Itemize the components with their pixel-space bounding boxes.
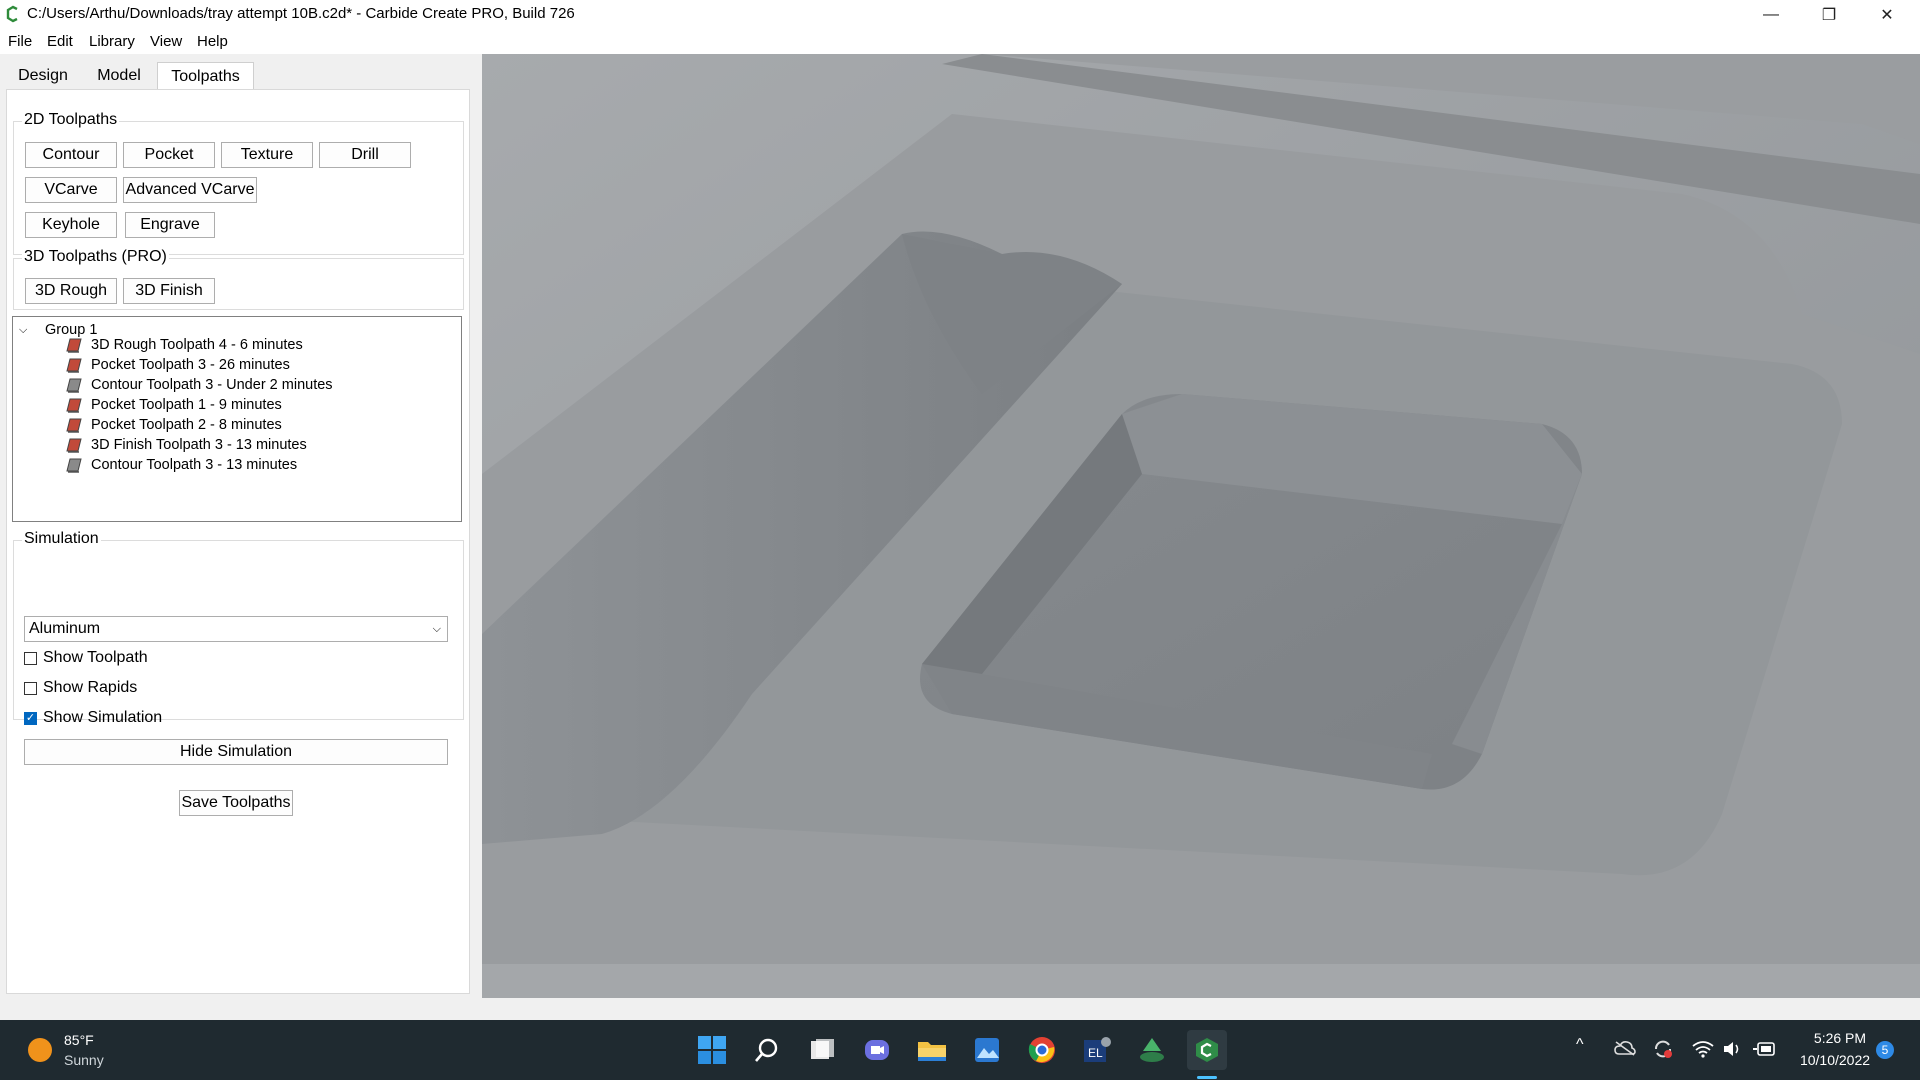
toolpath-tree[interactable]: ⌵ Group 1 3D Rough Toolpath 4 - 6 minute…: [12, 316, 462, 522]
toolpaths-pane: 2D Toolpaths Contour Pocket Texture Dril…: [6, 89, 470, 994]
tray-overflow-icon[interactable]: ^: [1576, 1036, 1584, 1054]
menu-bar: File Edit Library View Help: [0, 29, 1920, 54]
search-icon[interactable]: [747, 1030, 787, 1070]
weather-desc[interactable]: Sunny: [64, 1052, 104, 1068]
checkbox-label: Show Simulation: [43, 709, 163, 726]
battery-icon[interactable]: [1752, 1040, 1776, 1058]
toolpath-book-icon: [66, 398, 82, 413]
carbide-app-icon: [6, 5, 18, 23]
menu-edit[interactable]: Edit: [47, 33, 73, 50]
toolpath-item-label: Contour Toolpath 3 - Under 2 minutes: [91, 377, 333, 393]
volume-icon[interactable]: [1722, 1040, 1744, 1058]
toolpath-item[interactable]: Pocket Toolpath 1 - 9 minutes: [65, 394, 282, 416]
restore-icon: ❐: [1821, 6, 1837, 24]
simulation-viewport[interactable]: [482, 54, 1920, 998]
windows-start-icon[interactable]: [692, 1030, 732, 1070]
menu-view[interactable]: View: [150, 33, 182, 50]
toolpath-book-icon: [66, 378, 82, 393]
vcarve-button[interactable]: VCarve: [25, 177, 117, 203]
3d-rough-button[interactable]: 3D Rough: [25, 278, 117, 304]
teams-chat-icon[interactable]: [857, 1030, 897, 1070]
menu-help[interactable]: Help: [197, 33, 228, 50]
checkbox-box[interactable]: ✓: [24, 711, 37, 725]
tree-app-icon[interactable]: [1132, 1030, 1172, 1070]
window-title: C:/Users/Arthu/Downloads/tray attempt 10…: [27, 5, 575, 22]
restore-button[interactable]: ❐: [1800, 0, 1858, 29]
toolpath-item[interactable]: 3D Finish Toolpath 3 - 13 minutes: [65, 434, 307, 456]
sync-icon[interactable]: [1652, 1038, 1674, 1060]
task-view-icon[interactable]: [802, 1030, 842, 1070]
chevron-down-icon[interactable]: ⌵: [19, 324, 33, 337]
toolpath-item[interactable]: Contour Toolpath 3 - Under 2 minutes: [65, 374, 333, 396]
toolpath-book-icon: [66, 338, 82, 353]
advanced-vcarve-button[interactable]: Advanced VCarve: [123, 177, 257, 203]
carbide-create-taskbar-icon[interactable]: [1187, 1030, 1227, 1070]
save-toolpaths-button[interactable]: Save Toolpaths: [179, 790, 293, 816]
simulated-part-render: [482, 54, 1920, 998]
onedrive-cloud-icon[interactable]: [1614, 1040, 1636, 1056]
simulation-title: Simulation: [22, 530, 101, 548]
pocket-button[interactable]: Pocket: [123, 142, 215, 168]
material-select[interactable]: Aluminum ⌵: [24, 616, 448, 642]
title-bar: C:/Users/Arthu/Downloads/tray attempt 10…: [0, 0, 1920, 29]
toolpath-item[interactable]: Pocket Toolpath 2 - 8 minutes: [65, 414, 282, 436]
toolpaths-3d-title: 3D Toolpaths (PRO): [22, 248, 169, 266]
taskbar: 85°F Sunny EL ^ 5:26 PM 10/10/2022 5: [0, 1020, 1920, 1080]
toolpath-item-label: Contour Toolpath 3 - 13 minutes: [91, 457, 298, 473]
checkbox-label: Show Rapids: [43, 679, 138, 696]
menu-file[interactable]: File: [8, 33, 32, 50]
tab-model[interactable]: Model: [84, 62, 154, 90]
checkbox-label: Show Toolpath: [43, 649, 148, 666]
weather-temp[interactable]: 85°F: [64, 1032, 94, 1048]
3d-finish-button[interactable]: 3D Finish: [123, 278, 215, 304]
notification-badge[interactable]: 5: [1876, 1041, 1894, 1059]
minimize-button[interactable]: —: [1742, 0, 1800, 29]
toolpath-item-label: 3D Finish Toolpath 3 - 13 minutes: [91, 437, 307, 453]
toolpath-item[interactable]: 3D Rough Toolpath 4 - 6 minutes: [65, 334, 303, 356]
svg-text:EL: EL: [1088, 1046, 1103, 1060]
contour-button[interactable]: Contour: [25, 142, 117, 168]
toolpath-item-label: 3D Rough Toolpath 4 - 6 minutes: [91, 337, 303, 353]
hide-simulation-button[interactable]: Hide Simulation: [24, 739, 448, 765]
engrave-button[interactable]: Engrave: [125, 212, 215, 238]
clock-time[interactable]: 5:26 PM: [1800, 1030, 1880, 1046]
toolpath-book-icon: [66, 438, 82, 453]
chrome-icon[interactable]: [1022, 1030, 1062, 1070]
toolpath-item-label: Pocket Toolpath 1 - 9 minutes: [91, 397, 282, 413]
toolpath-book-icon: [66, 458, 82, 473]
toolpath-item[interactable]: Contour Toolpath 3 - 13 minutes: [65, 454, 297, 476]
toolpath-item-label: Pocket Toolpath 2 - 8 minutes: [91, 417, 282, 433]
show-toolpath-checkbox[interactable]: Show Toolpath: [24, 647, 148, 669]
close-icon: ✕: [1880, 6, 1894, 24]
drill-button[interactable]: Drill: [319, 142, 411, 168]
tab-design[interactable]: Design: [8, 62, 78, 90]
show-rapids-checkbox[interactable]: Show Rapids: [24, 677, 137, 699]
tab-toolpaths[interactable]: Toolpaths: [157, 62, 254, 91]
file-explorer-icon[interactable]: [912, 1030, 952, 1070]
clock-date[interactable]: 10/10/2022: [1790, 1052, 1880, 1068]
checkbox-box[interactable]: [24, 681, 37, 695]
close-button[interactable]: ✕: [1858, 0, 1916, 29]
toolpath-item-label: Pocket Toolpath 3 - 26 minutes: [91, 357, 290, 373]
toolpath-book-icon: [66, 418, 82, 433]
checkbox-box[interactable]: [24, 651, 37, 665]
sun-weather-icon[interactable]: [28, 1038, 52, 1062]
menu-library[interactable]: Library: [89, 33, 135, 50]
app-el-icon[interactable]: EL: [1077, 1030, 1117, 1070]
texture-button[interactable]: Texture: [221, 142, 313, 168]
left-panel: Design Model Toolpaths 2D Toolpaths Cont…: [0, 54, 482, 994]
material-value: Aluminum: [29, 620, 101, 637]
keyhole-button[interactable]: Keyhole: [25, 212, 117, 238]
toolpath-item[interactable]: Pocket Toolpath 3 - 26 minutes: [65, 354, 290, 376]
chevron-down-icon: ⌵: [432, 623, 441, 635]
active-app-indicator: [1197, 1076, 1217, 1079]
toolpath-book-icon: [66, 358, 82, 373]
toolpaths-2d-title: 2D Toolpaths: [22, 111, 120, 129]
show-simulation-checkbox[interactable]: ✓ Show Simulation: [24, 707, 162, 729]
checkmark-icon: ✓: [25, 711, 36, 724]
minimize-icon: —: [1763, 5, 1779, 23]
photos-icon[interactable]: [967, 1030, 1007, 1070]
wifi-icon[interactable]: [1692, 1040, 1714, 1058]
